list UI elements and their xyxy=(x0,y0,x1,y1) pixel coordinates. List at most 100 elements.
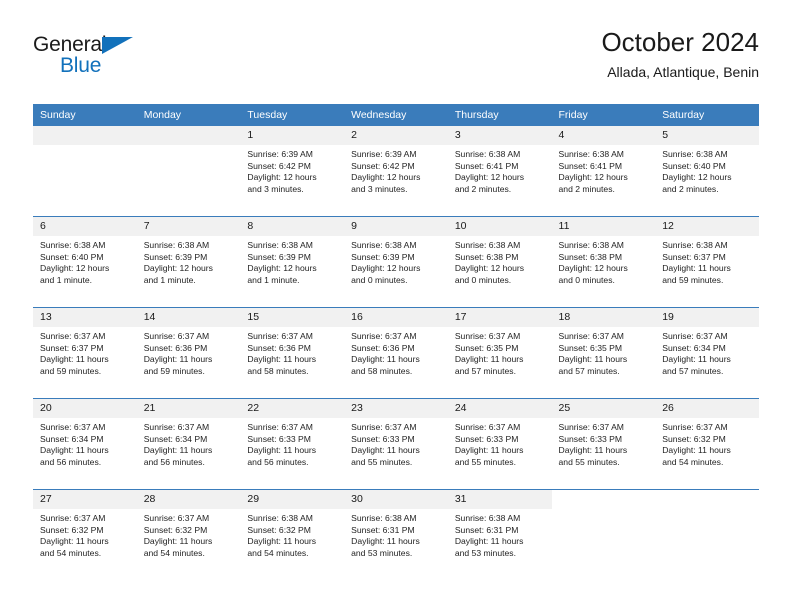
sunset-text: Sunset: 6:38 PM xyxy=(558,251,623,262)
daylight-text-cont: and 3 minutes. xyxy=(247,183,304,194)
logo-text-blue: Blue xyxy=(60,54,102,77)
calendar-day-cell[interactable]: 3 Sunrise: 6:38 AM Sunset: 6:41 PM Daylight… xyxy=(447,126,552,217)
calendar-week-row: 1 Sunrise: 6:39 AM Sunset: 6:42 PM Daylight… xyxy=(33,126,759,217)
calendar-body: 1 Sunrise: 6:39 AM Sunset: 6:42 PM Daylight… xyxy=(33,126,759,580)
sunset-text: Sunset: 6:40 PM xyxy=(40,251,104,262)
day-number: 14 xyxy=(136,308,241,327)
sunset-text: Sunset: 6:37 PM xyxy=(662,251,726,262)
page-subtitle: Allada, Atlantique, Benin xyxy=(607,64,759,80)
daylight-text: Daylight: 12 hours xyxy=(351,263,421,274)
day-details: Sunrise: 6:37 AM Sunset: 6:35 PM Daylight:… xyxy=(448,327,552,377)
sunrise-text: Sunrise: 6:38 AM xyxy=(40,240,106,250)
calendar-day-cell[interactable]: 23 Sunrise: 6:37 AM Sunset: 6:33 PM Dayligh… xyxy=(344,398,448,490)
daylight-text-cont: and 2 minutes. xyxy=(662,183,719,194)
sunset-text: Sunset: 6:32 PM xyxy=(40,524,104,535)
sunrise-text: Sunrise: 6:39 AM xyxy=(351,149,417,159)
calendar-day-cell[interactable]: 2 Sunrise: 6:39 AM Sunset: 6:42 PM Daylight… xyxy=(344,126,448,217)
daylight-text: Daylight: 11 hours xyxy=(662,354,731,365)
daylight-text: Daylight: 11 hours xyxy=(247,536,317,547)
daylight-text: Daylight: 11 hours xyxy=(454,536,524,547)
calendar-day-cell[interactable]: 28 Sunrise: 6:37 AM Sunset: 6:32 PM Dayligh… xyxy=(136,489,241,580)
daylight-text-cont: and 0 minutes. xyxy=(558,274,615,285)
daylight-text: Daylight: 11 hours xyxy=(351,354,420,365)
calendar-day-cell[interactable]: 12 Sunrise: 6:38 AM Sunset: 6:37 PM Dayligh… xyxy=(655,216,759,308)
sunrise-text: Sunrise: 6:38 AM xyxy=(247,240,313,250)
calendar-day-cell[interactable]: 7 Sunrise: 6:38 AM Sunset: 6:39 PM Daylight… xyxy=(136,216,241,308)
calendar-day-cell[interactable]: 25 Sunrise: 6:37 AM Sunset: 6:33 PM Dayligh… xyxy=(551,398,656,490)
calendar-day-cell[interactable]: 31 Sunrise: 6:38 AM Sunset: 6:31 PM Dayligh… xyxy=(447,489,552,580)
calendar-day-cell[interactable]: 8 Sunrise: 6:38 AM Sunset: 6:39 PM Daylight… xyxy=(240,216,345,308)
day-number: 21 xyxy=(136,399,241,418)
sunset-text: Sunset: 6:31 PM xyxy=(351,524,415,535)
calendar-day-cell[interactable]: 29 Sunrise: 6:38 AM Sunset: 6:32 PM Dayligh… xyxy=(240,489,345,580)
sunrise-text: Sunrise: 6:38 AM xyxy=(558,240,624,250)
calendar-day-cell[interactable]: 4 Sunrise: 6:38 AM Sunset: 6:41 PM Daylight… xyxy=(551,126,656,217)
sunset-text: Sunset: 6:33 PM xyxy=(247,433,311,444)
sunset-text: Sunset: 6:34 PM xyxy=(40,433,104,444)
day-details: Sunrise: 6:38 AM Sunset: 6:39 PM Daylight:… xyxy=(240,236,344,286)
daylight-text-cont: and 2 minutes. xyxy=(558,183,615,194)
calendar-day-cell[interactable]: 26 Sunrise: 6:37 AM Sunset: 6:32 PM Dayligh… xyxy=(655,398,759,490)
calendar-day-cell[interactable]: 24 Sunrise: 6:37 AM Sunset: 6:33 PM Dayligh… xyxy=(447,398,552,490)
sunrise-text: Sunrise: 6:37 AM xyxy=(40,513,106,523)
sunset-text: Sunset: 6:39 PM xyxy=(351,251,415,262)
sunrise-text: Sunrise: 6:37 AM xyxy=(143,331,210,341)
day-details: Sunrise: 6:39 AM Sunset: 6:42 PM Daylight:… xyxy=(344,145,448,195)
daylight-text: Daylight: 12 hours xyxy=(662,172,732,183)
day-number: 31 xyxy=(447,490,552,509)
calendar-day-cell[interactable]: 10 Sunrise: 6:38 AM Sunset: 6:38 PM Dayligh… xyxy=(447,216,552,308)
daylight-text: Daylight: 11 hours xyxy=(143,354,213,365)
sunset-text: Sunset: 6:32 PM xyxy=(662,433,726,444)
calendar-day-cell[interactable]: 19 Sunrise: 6:37 AM Sunset: 6:34 PM Dayligh… xyxy=(655,307,759,399)
weekday-header-row: Sunday Monday Tuesday Wednesday Thursday… xyxy=(33,104,759,126)
sunrise-text: Sunrise: 6:37 AM xyxy=(143,513,210,523)
daylight-text-cont: and 59 minutes. xyxy=(40,365,102,376)
daylight-text: Daylight: 11 hours xyxy=(40,445,109,456)
day-number: 30 xyxy=(344,490,448,509)
daylight-text-cont: and 54 minutes. xyxy=(143,547,205,558)
daylight-text-cont: and 55 minutes. xyxy=(454,456,516,467)
day-details: Sunrise: 6:38 AM Sunset: 6:38 PM Daylight:… xyxy=(448,236,552,286)
weekday-header-sunday: Sunday xyxy=(33,104,137,126)
daylight-text-cont: and 54 minutes. xyxy=(40,547,102,558)
calendar-day-cell[interactable]: 13 Sunrise: 6:37 AM Sunset: 6:37 PM Dayligh… xyxy=(33,307,137,399)
day-details: Sunrise: 6:38 AM Sunset: 6:39 PM Daylight:… xyxy=(344,236,448,286)
daylight-text: Daylight: 11 hours xyxy=(40,354,109,365)
sunset-text: Sunset: 6:40 PM xyxy=(662,160,726,171)
daylight-text-cont: and 1 minute. xyxy=(143,274,196,285)
sunset-text: Sunset: 6:34 PM xyxy=(143,433,208,444)
calendar-day-cell[interactable]: 22 Sunrise: 6:37 AM Sunset: 6:33 PM Dayligh… xyxy=(240,398,345,490)
calendar-day-cell[interactable]: 16 Sunrise: 6:37 AM Sunset: 6:36 PM Dayligh… xyxy=(344,307,448,399)
calendar-day-cell[interactable]: 17 Sunrise: 6:37 AM Sunset: 6:35 PM Dayligh… xyxy=(447,307,552,399)
sunset-text: Sunset: 6:34 PM xyxy=(662,342,726,353)
daylight-text: Daylight: 12 hours xyxy=(143,263,213,274)
sunrise-text: Sunrise: 6:37 AM xyxy=(247,331,313,341)
day-details: Sunrise: 6:37 AM Sunset: 6:33 PM Daylight:… xyxy=(552,418,656,468)
calendar-day-cell[interactable]: 1 Sunrise: 6:39 AM Sunset: 6:42 PM Daylight… xyxy=(240,126,345,217)
sunrise-text: Sunrise: 6:37 AM xyxy=(558,331,624,341)
calendar-day-cell[interactable]: 14 Sunrise: 6:37 AM Sunset: 6:36 PM Dayligh… xyxy=(136,307,241,399)
day-number: 13 xyxy=(33,308,137,327)
calendar-day-cell[interactable]: 20 Sunrise: 6:37 AM Sunset: 6:34 PM Dayligh… xyxy=(33,398,137,490)
calendar-day-cell[interactable]: 11 Sunrise: 6:38 AM Sunset: 6:38 PM Dayligh… xyxy=(551,216,656,308)
sunrise-text: Sunrise: 6:38 AM xyxy=(351,240,417,250)
day-number xyxy=(655,490,759,509)
day-number: 17 xyxy=(447,308,552,327)
daylight-text-cont: and 54 minutes. xyxy=(247,547,309,558)
sunset-text: Sunset: 6:32 PM xyxy=(247,524,311,535)
day-details: Sunrise: 6:38 AM Sunset: 6:41 PM Daylight:… xyxy=(448,145,552,195)
sunset-text: Sunset: 6:39 PM xyxy=(247,251,311,262)
calendar-day-cell[interactable]: 5 Sunrise: 6:38 AM Sunset: 6:40 PM Daylight… xyxy=(655,126,759,217)
calendar-day-cell[interactable]: 21 Sunrise: 6:37 AM Sunset: 6:34 PM Dayligh… xyxy=(136,398,241,490)
title-block: October 2024 Allada, Atlantique, Benin xyxy=(601,26,759,82)
calendar-day-cell[interactable]: 18 Sunrise: 6:37 AM Sunset: 6:35 PM Dayligh… xyxy=(551,307,656,399)
calendar-day-cell[interactable]: 30 Sunrise: 6:38 AM Sunset: 6:31 PM Dayligh… xyxy=(344,489,448,580)
day-details: Sunrise: 6:38 AM Sunset: 6:41 PM Daylight:… xyxy=(552,145,656,195)
calendar-day-cell[interactable]: 15 Sunrise: 6:37 AM Sunset: 6:36 PM Dayligh… xyxy=(240,307,345,399)
calendar-day-cell[interactable]: 6 Sunrise: 6:38 AM Sunset: 6:40 PM Daylight… xyxy=(33,216,137,308)
calendar-day-cell[interactable]: 27 Sunrise: 6:37 AM Sunset: 6:32 PM Dayligh… xyxy=(33,489,137,580)
sunrise-text: Sunrise: 6:38 AM xyxy=(454,240,521,250)
daylight-text-cont: and 57 minutes. xyxy=(662,365,724,376)
day-details: Sunrise: 6:38 AM Sunset: 6:37 PM Daylight:… xyxy=(655,236,759,286)
calendar-day-cell[interactable]: 9 Sunrise: 6:38 AM Sunset: 6:39 PM Daylight… xyxy=(344,216,448,308)
